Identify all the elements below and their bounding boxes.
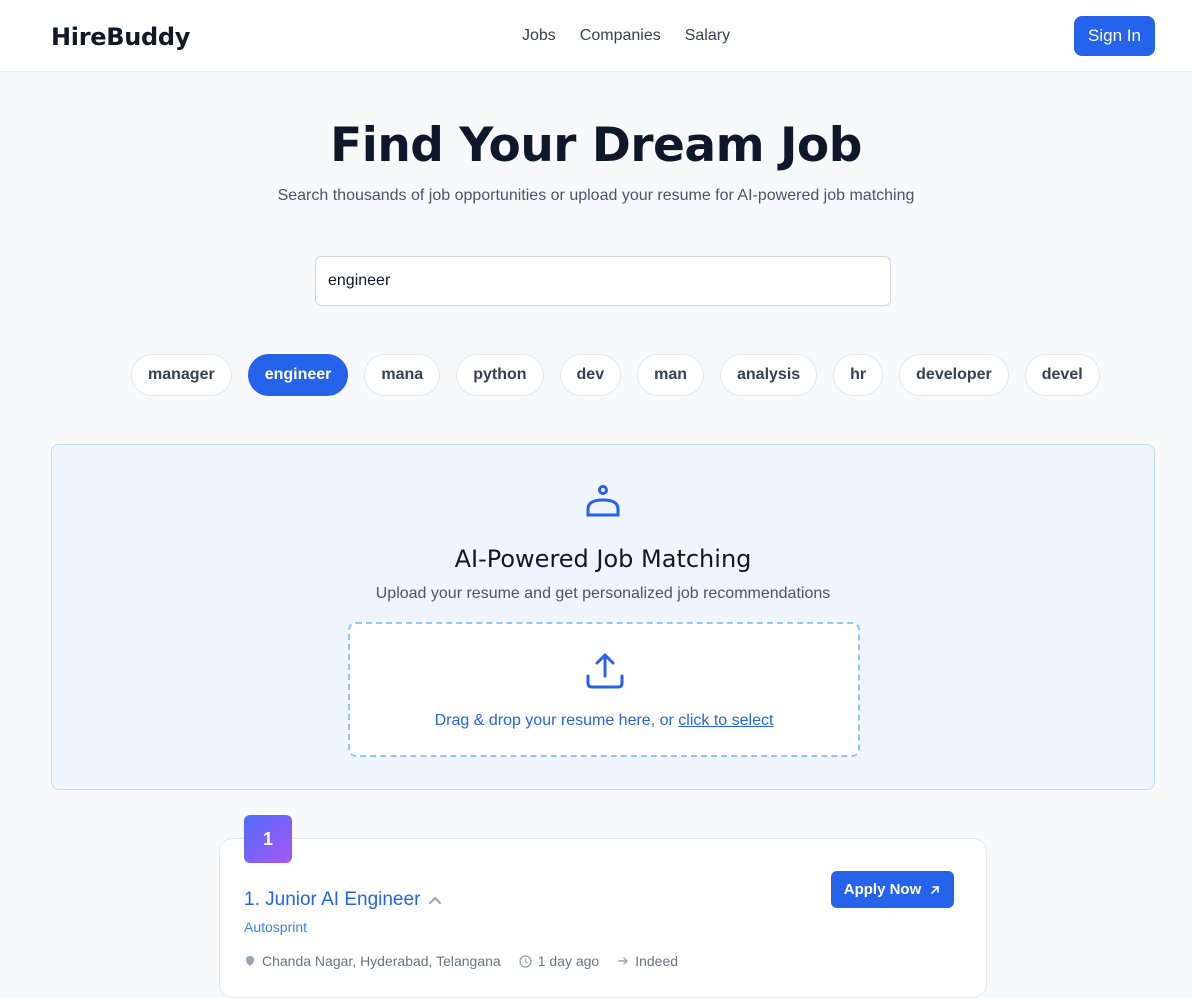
job-meta: Chanda Nagar, Hyderabad, Telangana 1 day…	[244, 953, 678, 969]
external-link-icon	[931, 885, 940, 894]
apply-now-button[interactable]: Apply Now	[831, 871, 954, 908]
nav-salary[interactable]: Salary	[685, 27, 730, 45]
page-subtitle: Search thousands of job opportunities or…	[277, 187, 915, 204]
job-location: Chanda Nagar, Hyderabad, Telangana	[244, 953, 501, 969]
user-icon	[586, 485, 620, 517]
chip-man[interactable]: man	[637, 354, 704, 396]
suggestion-chips: manager engineer mana python dev man ana…	[131, 354, 1100, 396]
job-title-text: 1. Junior AI Engineer	[244, 889, 421, 910]
chip-developer[interactable]: developer	[899, 354, 1009, 396]
sign-in-button[interactable]: Sign In	[1074, 16, 1155, 56]
chip-python[interactable]: python	[456, 354, 544, 396]
chip-hr[interactable]: hr	[833, 354, 884, 396]
top-header: HireBuddy Jobs Companies Salary Sign In	[0, 0, 1192, 72]
job-card: 1. Junior AI Engineer Autosprint Apply N…	[219, 838, 987, 998]
job-company[interactable]: Autosprint	[244, 919, 307, 935]
job-source-text: Indeed	[635, 953, 679, 969]
job-source: Indeed	[617, 953, 678, 969]
chip-dev[interactable]: dev	[559, 354, 622, 396]
job-posted-text: 1 day ago	[537, 953, 600, 969]
job-location-text: Chanda Nagar, Hyderabad, Telangana	[262, 953, 501, 969]
job-posted: 1 day ago	[519, 953, 600, 969]
location-pin-icon	[246, 956, 254, 966]
rank-badge: 1	[244, 815, 292, 863]
chip-manager[interactable]: manager	[131, 354, 232, 396]
chip-engineer[interactable]: engineer	[247, 354, 349, 396]
resume-dropzone[interactable]: Drag & drop your resume here, or click t…	[348, 622, 860, 757]
main-nav: Jobs Companies Salary	[522, 27, 730, 45]
chip-mana[interactable]: mana	[364, 354, 441, 396]
search-input[interactable]	[315, 256, 891, 306]
page-title: Find Your Dream Job	[330, 118, 862, 173]
job-title[interactable]: 1. Junior AI Engineer	[244, 889, 442, 911]
logo[interactable]: HireBuddy	[51, 23, 190, 51]
click-to-select-link[interactable]: click to select	[678, 712, 773, 729]
upload-icon	[586, 653, 624, 689]
chip-devel[interactable]: devel	[1024, 354, 1100, 396]
arrow-right-icon	[618, 957, 629, 965]
chip-analysis[interactable]: analysis	[720, 354, 818, 396]
ai-matching-subtitle: Upload your resume and get personalized …	[375, 585, 831, 602]
chevron-up-icon[interactable]	[428, 893, 442, 907]
ai-matching-title: AI-Powered Job Matching	[454, 545, 752, 573]
clock-icon	[519, 954, 532, 968]
apply-now-label: Apply Now	[843, 881, 922, 898]
ai-matching-panel: AI-Powered Job Matching Upload your resu…	[51, 444, 1155, 790]
nav-companies[interactable]: Companies	[580, 27, 661, 45]
nav-jobs[interactable]: Jobs	[522, 27, 556, 45]
dropzone-text: Drag & drop your resume here, or click t…	[350, 712, 858, 730]
dropzone-instruction: Drag & drop your resume here, or	[434, 712, 679, 729]
